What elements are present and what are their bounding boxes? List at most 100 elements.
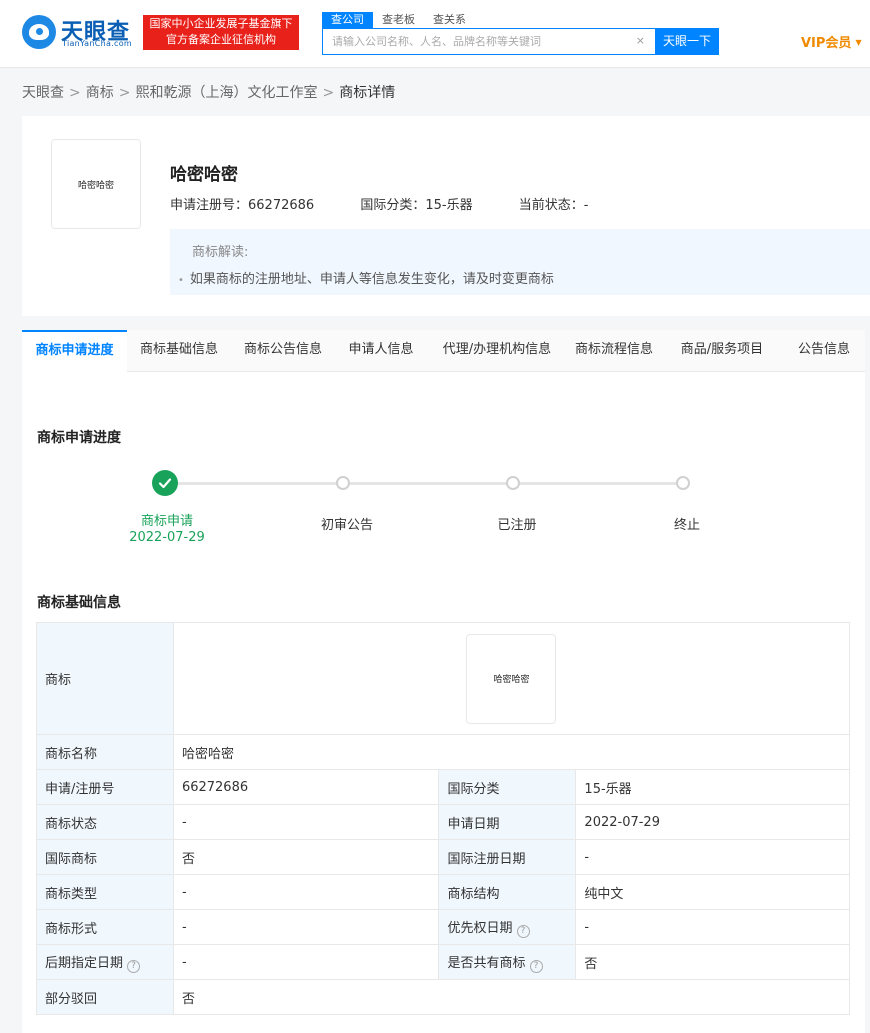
row-value: 66272686 [172,769,440,805]
table-row: 商标类型 - 商标结构 纯中文 [36,874,850,910]
row-label: 国际注册日期 [438,839,577,875]
help-icon[interactable]: ? [516,924,530,938]
table-row: 申请/注册号 66272686 国际分类 15-乐器 [36,769,850,805]
row-label: 部分驳回 [36,979,174,1015]
note-item: 如果商标的注册地址、申请人等信息发生变化，请及时变更商标 [178,268,870,287]
row-label: 申请/注册号 [36,769,174,805]
breadcrumb-current: 商标详情 [339,85,396,101]
row-label: 商标类型 [36,874,174,910]
chevron-right-icon: > [322,85,335,101]
row-label-shared: 是否共有商标? [438,944,577,980]
row-value: 2022-07-29 [575,804,850,840]
row-value: 否 [172,839,440,875]
row-value: 15-乐器 [575,769,850,805]
progress-track [165,482,683,485]
eye-logo-icon [22,15,56,49]
site-logo[interactable]: 天眼查 TianYanCha.com [22,14,140,54]
row-label: 国际分类 [438,769,577,805]
tab-process-info[interactable]: 商标流程信息 [567,330,661,372]
row-value: 否 [172,979,851,1015]
detail-tabs: 商标申请进度 商标基础信息 商标公告信息 申请人信息 代理/办理机构信息 商标流… [22,330,865,372]
row-value: - [172,804,440,840]
search-tab-company[interactable]: 查公司 [322,12,373,28]
trademark-image-cell: 哈密哈密 [172,622,851,735]
trademark-name: 哈密哈密 [170,165,238,185]
chevron-right-icon: > [118,85,131,101]
badge-line2: 官方备案企业征信机构 [166,33,276,46]
row-label: 国际商标 [36,839,174,875]
clear-icon[interactable]: × [636,34,645,47]
step-dot-terminated [676,476,690,490]
breadcrumb-home[interactable]: 天眼查 [22,85,64,101]
official-badge: 国家中小企业发展子基金旗下 官方备案企业征信机构 [143,15,299,50]
meta-status: 当前状态：- [518,198,589,213]
step-label-terminated: 终止 [673,518,700,533]
step-label-preliminary: 初审公告 [320,518,373,533]
row-value: - [172,874,440,910]
help-icon[interactable]: ? [529,959,543,973]
note-title: 商标解读: [192,245,249,260]
row-label: 商标形式 [36,909,174,945]
row-value: 纯中文 [575,874,850,910]
step-date-apply: 2022-07-29 [129,530,205,545]
step-label-registered: 已注册 [497,518,537,533]
trademark-meta: 申请注册号：66272686 国际分类：15-乐器 当前状态：- [170,194,630,213]
meta-reg-no: 申请注册号：66272686 [170,198,315,213]
trademark-note: 商标解读: 如果商标的注册地址、申请人等信息发生变化，请及时变更商标 [170,229,870,295]
tab-basic-info[interactable]: 商标基础信息 [127,330,231,372]
search-input[interactable] [323,29,623,54]
help-icon[interactable]: ? [127,959,141,973]
table-row: 商标形式 - 优先权日期? - [36,909,850,945]
trademark-image[interactable]: 哈密哈密 [51,139,141,229]
row-value: - [172,944,440,980]
trademark-image[interactable]: 哈密哈密 [466,633,557,724]
row-value: - [172,909,440,945]
row-label: 商标状态 [36,804,174,840]
search-button[interactable]: 天眼一下 [655,28,719,55]
table-row: 商标 哈密哈密 [36,622,851,735]
progress-section-title: 商标申请进度 [37,430,121,446]
search-tabs: 查公司 查老板 查关系 [322,12,475,28]
tab-notices[interactable]: 公告信息 [783,330,865,372]
search-tab-boss[interactable]: 查老板 [373,12,424,28]
breadcrumb-trademark[interactable]: 商标 [86,85,114,101]
table-row: 部分驳回 否 [36,979,851,1015]
row-label: 商标名称 [36,734,174,770]
tab-agency-info[interactable]: 代理/办理机构信息 [427,330,567,372]
breadcrumb-company[interactable]: 熙和乾源（上海）文化工作室 [135,85,317,101]
tab-announcement-info[interactable]: 商标公告信息 [231,330,335,372]
breadcrumb: 天眼查 > 商标 > 熙和乾源（上海）文化工作室 > 商标详情 [22,82,395,102]
basic-info-section-title: 商标基础信息 [37,595,121,611]
basic-info-table: 商标 哈密哈密 商标名称 哈密哈密 申请/注册号 66272686 国际分类 1… [36,622,851,1015]
table-row: 商标状态 - 申请日期 2022-07-29 [36,804,850,840]
check-icon [152,470,178,496]
main-content: 商标申请进度 商标基础信息 商标公告信息 申请人信息 代理/办理机构信息 商标流… [22,330,865,1033]
table-row: 国际商标 否 国际注册日期 - [36,839,850,875]
logo-domain: TianYanCha.com [62,39,132,48]
step-dot-preliminary [336,476,350,490]
tab-goods-services[interactable]: 商品/服务项目 [661,330,783,372]
table-row: 后期指定日期? - 是否共有商标? 否 [36,944,850,980]
row-label-later-designation: 后期指定日期? [36,944,174,980]
meta-class: 国际分类：15-乐器 [360,198,473,213]
step-label-apply: 商标申请 [140,514,193,529]
table-row: 商标名称 哈密哈密 [36,734,851,770]
row-value: 哈密哈密 [172,734,851,770]
row-label: 商标结构 [438,874,577,910]
row-label-priority: 优先权日期? [438,909,577,945]
trademark-summary-card: 哈密哈密 哈密哈密 申请注册号：66272686 国际分类：15-乐器 当前状态… [22,116,870,316]
tab-progress[interactable]: 商标申请进度 [22,330,127,372]
caret-down-icon: ▼ [855,38,862,47]
step-dot-registered [506,476,520,490]
search-tab-relation[interactable]: 查关系 [424,12,475,28]
row-label: 商标 [36,622,174,735]
tab-applicant-info[interactable]: 申请人信息 [335,330,427,372]
search-box: × [322,28,656,55]
row-value: 否 [575,944,850,980]
badge-line1: 国家中小企业发展子基金旗下 [149,17,293,30]
chevron-right-icon: > [69,85,81,101]
row-label: 申请日期 [438,804,577,840]
row-value: - [575,909,850,945]
vip-label: VIP会员 [801,36,852,51]
vip-menu[interactable]: VIP会员 ▼ [801,32,862,51]
